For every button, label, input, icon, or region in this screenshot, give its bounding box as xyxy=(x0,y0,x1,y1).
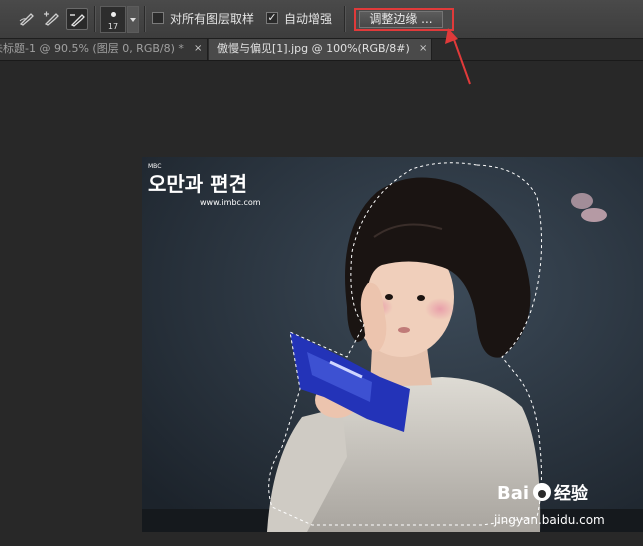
separator xyxy=(144,6,146,32)
tab-close-icon[interactable]: × xyxy=(194,39,202,59)
auto-enhance-checkbox[interactable]: ✓ xyxy=(266,12,278,24)
baidu-url: jingyan.baidu.com xyxy=(493,513,605,527)
add-to-selection-brush-icon[interactable] xyxy=(41,8,63,30)
auto-enhance-label: 自动增强 xyxy=(284,12,333,26)
new-selection-brush-icon[interactable] xyxy=(16,8,38,30)
tab-pride-and-prejudice[interactable]: 傲慢与偏见[1].jpg @ 100%(RGB/8#) × xyxy=(209,39,432,60)
drama-title-logo: 오만과 편견 xyxy=(148,172,247,196)
baidu-suffix: 经验 xyxy=(554,483,589,504)
brush-dropdown-arrow[interactable] xyxy=(127,6,139,33)
brush-tip-icon xyxy=(111,12,116,17)
tab-title: 傲慢与偏见[1].jpg @ 100%(RGB/8#) xyxy=(217,42,410,55)
mbc-label: MBC xyxy=(148,163,161,170)
separator xyxy=(94,6,96,32)
baidu-brand: Bai xyxy=(497,483,529,504)
tab-close-icon[interactable]: × xyxy=(419,39,427,59)
tab-title: 未标题-1 @ 90.5% (图层 0, RGB/8) * xyxy=(0,42,184,55)
refine-edge-highlight: 调整边缘 ... xyxy=(354,8,454,31)
document-image[interactable]: MBC 오만과 편견 www.imbc.com Bai 经验 jingyan.b… xyxy=(142,157,643,532)
document-tab-bar: 未标题-1 @ 90.5% (图层 0, RGB/8) * × 傲慢与偏见[1]… xyxy=(0,39,643,61)
tab-untitled[interactable]: 未标题-1 @ 90.5% (图层 0, RGB/8) * × xyxy=(0,39,208,60)
sample-all-layers-checkbox[interactable] xyxy=(152,12,164,24)
subtract-from-selection-brush-icon[interactable] xyxy=(66,8,88,30)
refine-edge-button[interactable]: 调整边缘 ... xyxy=(359,11,443,28)
website-label: www.imbc.com xyxy=(200,198,261,207)
brush-size-value: 17 xyxy=(107,22,119,31)
separator xyxy=(344,6,346,32)
options-bar: 17 对所有图层取样 ✓ 自动增强 调整边缘 ... xyxy=(0,0,643,39)
sample-all-layers-label: 对所有图层取样 xyxy=(170,12,255,26)
brush-preset-picker[interactable]: 17 xyxy=(100,6,126,33)
